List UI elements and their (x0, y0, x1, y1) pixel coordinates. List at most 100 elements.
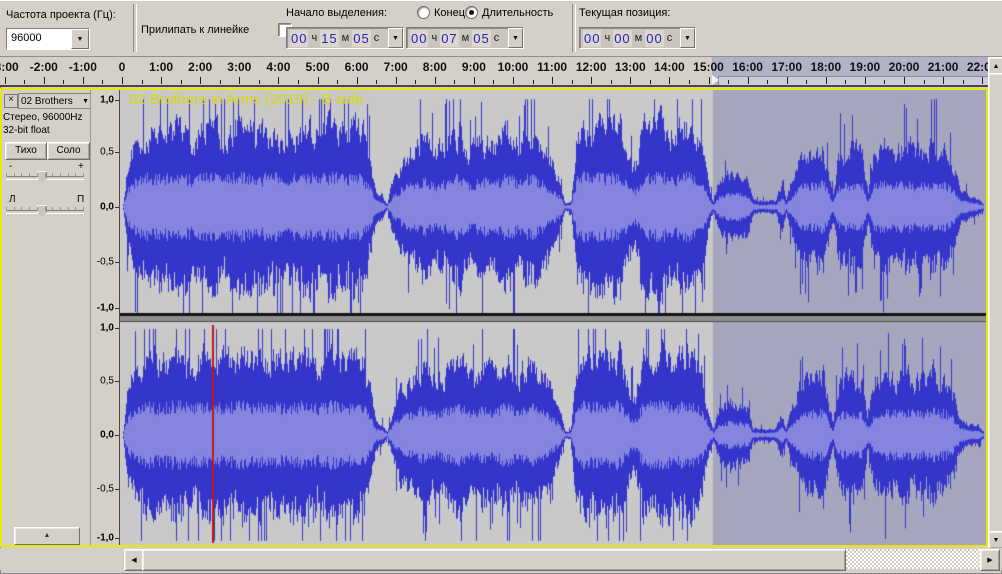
selection-duration-field[interactable]: 00 ч 07 м 05 с ▼ (406, 27, 524, 49)
horizontal-scroll-thumb[interactable] (142, 549, 846, 571)
amplitude-scale-label: -0,5 (97, 484, 114, 495)
close-icon[interactable]: × (4, 94, 18, 108)
chevron-down-icon[interactable]: ▼ (680, 28, 695, 48)
solo-button[interactable]: Соло (47, 142, 90, 160)
current-position-label: Текущая позиция: (579, 7, 670, 19)
sel-dur-seconds[interactable]: 05 (472, 30, 490, 47)
amplitude-scale-label: 1,0 (100, 323, 114, 334)
radio-end-label: Конец (434, 7, 465, 19)
track-format-info: Стерео, 96000Hz (3, 112, 83, 123)
slider-tick (83, 173, 84, 177)
radio-duration[interactable]: Длительность (465, 6, 553, 19)
pan-slider-thumb[interactable] (37, 205, 47, 218)
ruler-sub-tick (963, 80, 964, 84)
vertical-scroll-thumb[interactable] (988, 73, 1002, 533)
slider-tick (37, 173, 38, 177)
collapse-track-button[interactable]: ▲ (14, 527, 80, 545)
sel-dur-minutes[interactable]: 07 (440, 30, 458, 47)
slider-tick (68, 207, 69, 211)
ruler-time-label: 7:00 (384, 60, 408, 74)
amplitude-scale-label: 1,0 (100, 95, 114, 106)
audacity-window: Частота проекта (Гц): 96000 ▼ Прилипать … (0, 0, 1002, 574)
ruler-minute-tick (474, 77, 475, 84)
vertical-scale-ruler[interactable]: 1,00,50,0-0,5-1,01,00,50,0-0,5-1,0 (91, 90, 119, 545)
vertical-scrollbar[interactable]: ▲ ▼ (988, 57, 1002, 547)
slider-tick (29, 207, 30, 211)
track-title-dropdown[interactable]: 02 Brothers ▼ (18, 93, 92, 109)
ruler-minute-tick (552, 77, 553, 84)
ruler-minute-tick (591, 77, 592, 84)
waveform-canvas[interactable] (120, 90, 986, 545)
scroll-left-button[interactable]: ◀ (124, 549, 144, 571)
selection-start-label: Начало выделения: (286, 7, 387, 19)
unit-hours: ч (604, 32, 610, 44)
amplitude-scale-label: 0,5 (100, 376, 114, 387)
radio-end-circle[interactable] (417, 6, 430, 19)
amplitude-scale-label: -1,0 (97, 303, 114, 314)
ruler-sub-tick (767, 80, 768, 84)
ruler-sub-tick (181, 80, 182, 84)
sel-start-minutes[interactable]: 15 (320, 30, 338, 47)
ruler-time-label: -3:00 (0, 60, 19, 74)
pos-hours[interactable]: 00 (583, 30, 601, 47)
ruler-sub-tick (493, 80, 494, 84)
pan-slider[interactable] (6, 210, 84, 214)
radio-end[interactable]: Конец (417, 6, 465, 19)
slider-tick (6, 207, 7, 211)
ruler-sub-tick (924, 80, 925, 84)
gain-slider-thumb[interactable] (37, 171, 47, 184)
audio-track: × 02 Brothers ▼ Стерео, 96000Hz 32-bit f… (0, 88, 988, 547)
ruler-time-label: 10:00 (498, 60, 529, 74)
ruler-sub-tick (611, 80, 612, 84)
slider-tick (45, 207, 46, 211)
ruler-minute-tick (44, 77, 45, 84)
selection-start-marker[interactable] (712, 75, 719, 85)
ruler-minute-tick (943, 77, 944, 84)
project-rate-select[interactable]: 96000 ▼ (6, 28, 90, 50)
sel-start-seconds[interactable]: 05 (352, 30, 370, 47)
scroll-down-button[interactable]: ▼ (988, 531, 1002, 549)
slider-tick (6, 173, 7, 177)
unit-hours: ч (431, 32, 437, 44)
slider-tick (14, 207, 15, 211)
pos-seconds[interactable]: 00 (645, 30, 663, 47)
ruler-time-label: 20:00 (889, 60, 920, 74)
selection-toolbar: Частота проекта (Гц): 96000 ▼ Прилипать … (0, 0, 1002, 57)
project-rate-label: Частота проекта (Гц): (6, 9, 116, 21)
ruler-minute-tick (787, 77, 788, 84)
ruler-sub-tick (24, 80, 25, 84)
pan-right-label: П (77, 194, 84, 205)
ruler-time-label: 16:00 (732, 60, 763, 74)
ruler-selection-groove (718, 76, 988, 85)
sel-start-hours[interactable]: 00 (290, 30, 308, 47)
ruler-minute-tick (435, 77, 436, 84)
ruler-minute-tick (200, 77, 201, 84)
gain-plus-label: + (78, 161, 84, 172)
ruler-sub-tick (376, 80, 377, 84)
ruler-sub-tick (454, 80, 455, 84)
snap-to-ruler-label: Прилипать к линейке (141, 24, 249, 36)
selection-start-field[interactable]: 00 ч 15 м 05 с ▼ (286, 27, 404, 49)
waveform-area: 02 Brothers in Arms (2019) - B side (119, 90, 987, 545)
ruler-minute-tick (669, 77, 670, 84)
ruler-time-label: 12:00 (576, 60, 607, 74)
ruler-sub-tick (572, 80, 573, 84)
ruler-time-label: 21:00 (928, 60, 959, 74)
project-rate-value: 96000 (7, 29, 71, 49)
chevron-down-icon[interactable]: ▼ (71, 29, 89, 49)
chevron-down-icon[interactable]: ▼ (508, 28, 523, 48)
scroll-right-button[interactable]: ▶ (980, 549, 1000, 571)
gain-slider[interactable] (6, 176, 84, 180)
timeline-ruler[interactable]: -3:00-2:00-1:0001:002:003:004:005:006:00… (0, 57, 988, 87)
horizontal-scrollbar[interactable]: ◀ ▶ (0, 548, 1002, 570)
ruler-sub-tick (220, 80, 221, 84)
current-position-field[interactable]: 00 ч 00 м 00 с ▼ (579, 27, 696, 49)
ruler-time-label: 6:00 (345, 60, 369, 74)
slider-tick (37, 207, 38, 211)
pos-minutes[interactable]: 00 (613, 30, 631, 47)
chevron-down-icon[interactable]: ▼ (388, 28, 403, 48)
sel-dur-hours[interactable]: 00 (410, 30, 428, 47)
radio-duration-circle[interactable] (465, 6, 478, 19)
ruler-time-label: -1:00 (69, 60, 97, 74)
mute-button[interactable]: Тихо (5, 142, 47, 160)
